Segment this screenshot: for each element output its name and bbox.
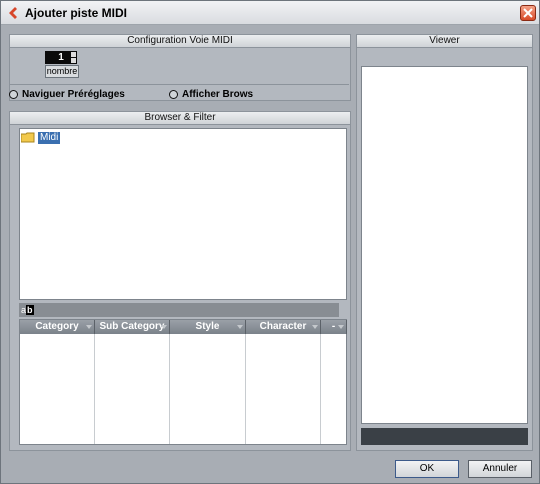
mode-radio-group: Naviguer Préréglages Afficher Brows [9,84,349,102]
column-style[interactable]: Style [170,320,246,334]
viewer-area [361,66,528,424]
config-header: Configuration Voie MIDI [10,35,350,48]
title-bar[interactable]: Ajouter piste MIDI [1,1,539,25]
column-sub-category[interactable]: Sub Category [95,320,170,334]
folder-item-midi[interactable]: Midi [21,131,61,144]
column-character[interactable]: Character [246,320,321,334]
viewer-status-bar [361,428,528,445]
close-icon [523,8,533,18]
column-extra[interactable]: - [321,320,347,334]
viewer-header: Viewer [357,35,532,48]
folder-icon [21,132,35,143]
radio-presets-label: Naviguer Préréglages [22,89,125,100]
filter-table[interactable]: Category Sub Category Style Character - [19,319,347,445]
filter-bar[interactable]: ab [19,303,339,317]
radio-dot-icon [169,90,178,99]
radio-presets[interactable]: Naviguer Préréglages [9,89,125,100]
table-column-body [170,334,246,444]
radio-browse-label: Afficher Brows [182,89,254,100]
radio-browse[interactable]: Afficher Brows [169,89,253,100]
folder-label: Midi [38,131,61,144]
ok-button[interactable]: OK [395,460,459,478]
folder-tree[interactable] [19,128,347,300]
count-spinner[interactable] [71,52,76,63]
dialog-window: Ajouter piste MIDI Configuration Voie MI… [0,0,540,484]
cancel-button[interactable]: Annuler [468,460,532,478]
close-button[interactable] [520,5,536,21]
table-column-body [246,334,321,444]
app-logo-icon [9,7,17,19]
count-label: nombre [45,65,79,78]
table-column-body [20,334,95,444]
radio-dot-icon [9,90,18,99]
browser-header: Browser & Filter [10,112,350,125]
window-title: Ajouter piste MIDI [25,6,128,20]
column-category[interactable]: Category [20,320,95,334]
table-column-body [95,334,170,444]
text-filter-icon[interactable]: ab [21,305,34,315]
